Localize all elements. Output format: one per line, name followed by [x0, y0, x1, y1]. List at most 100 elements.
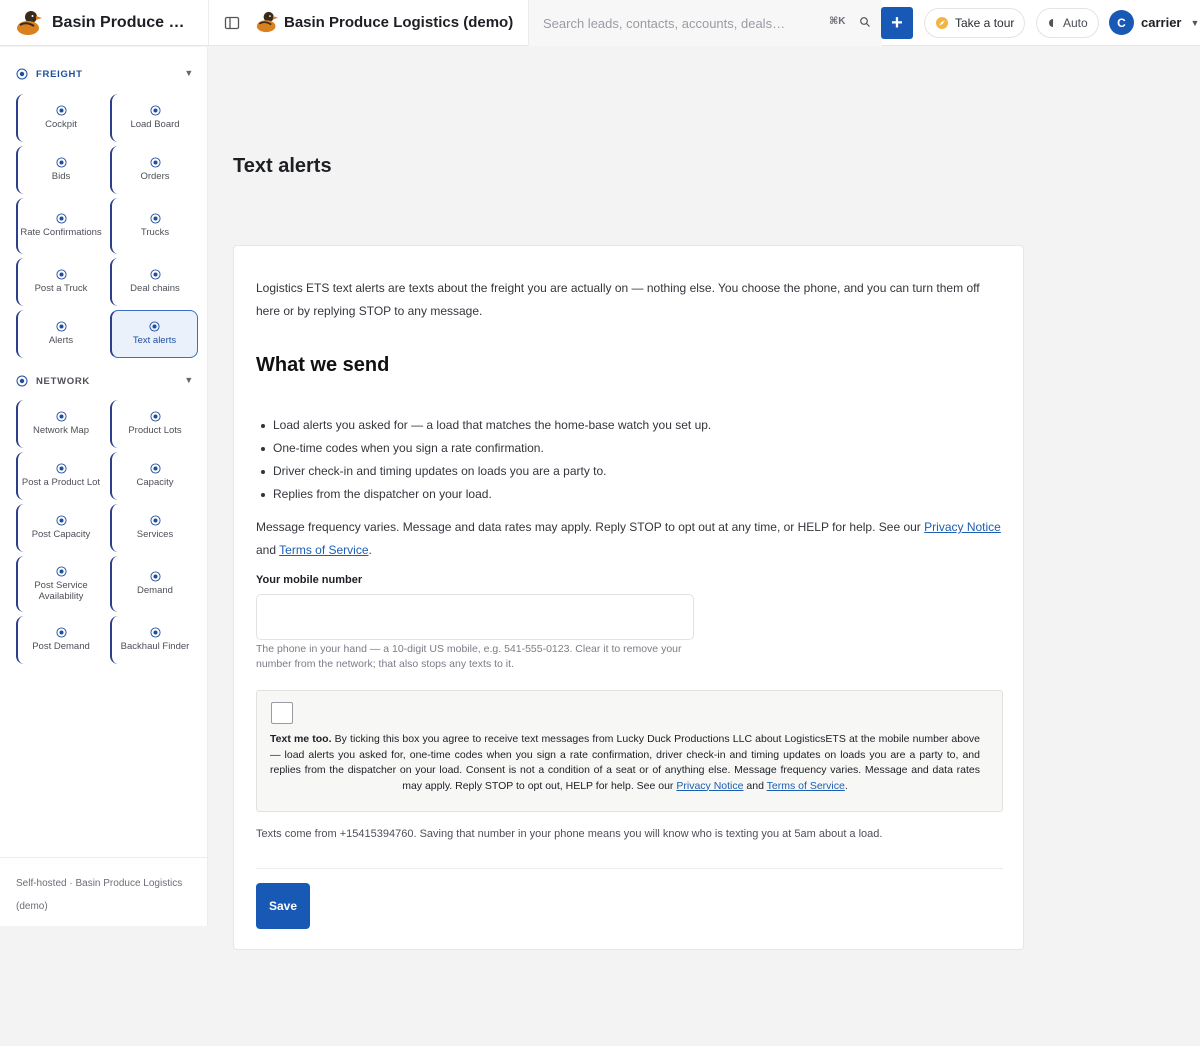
divider — [256, 868, 1003, 869]
and-word: and — [256, 543, 277, 557]
radio-target-icon — [16, 68, 28, 80]
sidebar: FREIGHT ▼ Cockpit Load Board Bids Orders Rat… — [0, 47, 208, 926]
search-input[interactable] — [543, 15, 813, 31]
sidebar-item-deal-chains[interactable]: Deal chains — [110, 258, 198, 306]
chevron-down-icon[interactable]: ▼ — [184, 68, 194, 78]
compass-icon — [936, 17, 948, 29]
sidebar-item-post-a-truck[interactable]: Post a Truck — [16, 258, 104, 306]
sidebar-item-label: Demand — [137, 585, 173, 597]
app-title-text: Basin Produce Logistics (demo) — [284, 13, 514, 31]
sidebar-brand-name: Basin Produce L… — [52, 14, 192, 31]
sms-consent-checkbox[interactable] — [271, 702, 293, 724]
add-button[interactable]: + — [881, 7, 913, 39]
intro-text: Logistics ETS text alerts are texts abou… — [256, 281, 980, 318]
mobile-number-label: Your mobile number — [256, 574, 363, 586]
sidebar-item-label: Network Map — [33, 425, 89, 437]
sidebar-item-post-a-product-lot[interactable]: Post a Product Lot — [16, 452, 104, 500]
chevron-down-icon[interactable]: ▼ — [184, 375, 194, 385]
app-title[interactable]: Basin Produce Logistics (demo) — [256, 10, 513, 34]
radio-target-icon — [55, 321, 67, 332]
list-item: Driver check-in and timing updates on lo… — [256, 460, 711, 483]
sender-number-text: Texts come from +15415394760. Saving tha… — [256, 828, 883, 840]
sidebar-item-trucks[interactable]: Trucks — [110, 198, 198, 254]
sidebar-footer: Self-hosted · Basin Produce Logistics (d… — [0, 857, 207, 932]
sidebar-item-capacity[interactable]: Capacity — [110, 452, 198, 500]
sidebar-item-bids[interactable]: Bids — [16, 146, 104, 194]
sidebar-toggle-icon[interactable] — [224, 15, 240, 31]
sidebar-item-label: Post a Product Lot — [21, 477, 101, 489]
sidebar-item-post-capacity[interactable]: Post Capacity — [16, 504, 104, 552]
sidebar-item-product-lots[interactable]: Product Lots — [110, 400, 198, 448]
terms-of-service-link[interactable]: Terms of Service — [767, 780, 845, 792]
half-moon-icon — [1049, 19, 1053, 27]
radio-target-icon — [149, 321, 160, 332]
theme-label: Auto — [1063, 16, 1088, 30]
privacy-notice-link[interactable]: Privacy Notice — [676, 780, 743, 792]
sidebar-item-post-demand[interactable]: Post Demand — [16, 616, 104, 664]
sidebar-item-label: Alerts — [48, 335, 74, 347]
radio-target-icon — [55, 515, 67, 526]
consent-body: By ticking this box you agree to receive… — [270, 733, 980, 792]
search-shortcut: ⌘K — [829, 16, 846, 27]
sidebar-item-orders[interactable]: Orders — [110, 146, 198, 194]
radio-target-icon — [55, 105, 67, 116]
frequency-body: Message frequency varies. Message and da… — [256, 520, 921, 534]
sidebar-item-services[interactable]: Services — [110, 504, 198, 552]
sidebar-item-rate-confirmations[interactable]: Rate Confirmations — [16, 198, 104, 254]
radio-target-icon — [149, 105, 161, 116]
period: . — [368, 543, 372, 557]
sidebar-item-backhaul-finder[interactable]: Backhaul Finder — [110, 616, 198, 664]
chevron-down-icon: ▼ — [1190, 17, 1200, 28]
and-word: and — [746, 779, 764, 792]
sidebar-item-alerts[interactable]: Alerts — [16, 310, 104, 358]
sidebar-item-post-service-availability[interactable]: Post Service Availability — [16, 556, 104, 612]
radio-target-icon — [149, 269, 161, 280]
topbar-divider — [208, 0, 209, 46]
section-network[interactable]: NETWORK ▼ — [16, 375, 194, 387]
sidebar-item-load-board[interactable]: Load Board — [110, 94, 198, 142]
terms-of-service-link[interactable]: Terms of Service — [279, 543, 368, 557]
sidebar-item-label: Post Service Availability — [34, 579, 88, 602]
list-item: Load alerts you asked for — a load that … — [256, 414, 711, 437]
take-tour-label: Take a tour — [955, 16, 1015, 30]
section-freight[interactable]: FREIGHT ▼ — [16, 68, 194, 80]
mobile-number-hint: The phone in your hand — a 10-digit US m… — [256, 643, 682, 670]
search-icon[interactable] — [859, 16, 871, 28]
global-search[interactable]: ⌘K — [528, 0, 882, 46]
radio-target-icon — [55, 627, 67, 638]
sidebar-item-label: Deal chains — [130, 283, 180, 295]
sidebar-item-network-map[interactable]: Network Map — [16, 400, 104, 448]
period: . — [844, 779, 848, 792]
section-freight-title: FREIGHT — [36, 68, 83, 80]
section-network-title: NETWORK — [36, 375, 90, 387]
radio-target-icon — [149, 571, 161, 582]
top-bar: Basin Produce L… Basin Produce Logistics… — [0, 0, 1200, 46]
sidebar-item-cockpit[interactable]: Cockpit — [16, 94, 104, 142]
sidebar-item-label: Bids — [51, 171, 71, 183]
user-menu[interactable]: C carrier ▼ — [1109, 10, 1199, 35]
take-tour-button[interactable]: Take a tour — [924, 8, 1026, 38]
sidebar-item-text-alerts[interactable]: Text alerts — [110, 310, 198, 358]
radio-target-icon — [55, 157, 67, 168]
sidebar-item-label: Post Demand — [32, 641, 90, 653]
sidebar-item-demand[interactable]: Demand — [110, 556, 198, 612]
text-alerts-card: Logistics ETS text alerts are texts abou… — [233, 245, 1024, 950]
section-heading: What we send — [256, 354, 390, 376]
page-title: Text alerts — [233, 155, 332, 177]
what-we-send-list: Load alerts you asked for — a load that … — [256, 414, 711, 506]
radio-target-icon — [55, 566, 67, 577]
avatar: C — [1109, 10, 1134, 35]
privacy-notice-link[interactable]: Privacy Notice — [924, 520, 1001, 534]
consent-text: Text me too. By ticking this box you agr… — [270, 732, 980, 794]
sidebar-item-label: Orders — [140, 171, 170, 183]
frequency-text: Message frequency varies. Message and da… — [256, 516, 1006, 562]
mobile-number-field[interactable] — [256, 594, 694, 640]
user-name: carrier — [1141, 15, 1182, 30]
sidebar-item-label: Text alerts — [132, 335, 177, 347]
sidebar-brand[interactable]: Basin Produce L… — [16, 9, 192, 37]
sidebar-item-label: Product Lots — [128, 425, 182, 437]
save-button[interactable]: Save — [256, 883, 310, 929]
sidebar-item-label: Cockpit — [45, 119, 77, 131]
theme-toggle[interactable]: Auto — [1036, 8, 1099, 38]
sms-consent-box: Text me too. By ticking this box you agr… — [256, 690, 1003, 812]
